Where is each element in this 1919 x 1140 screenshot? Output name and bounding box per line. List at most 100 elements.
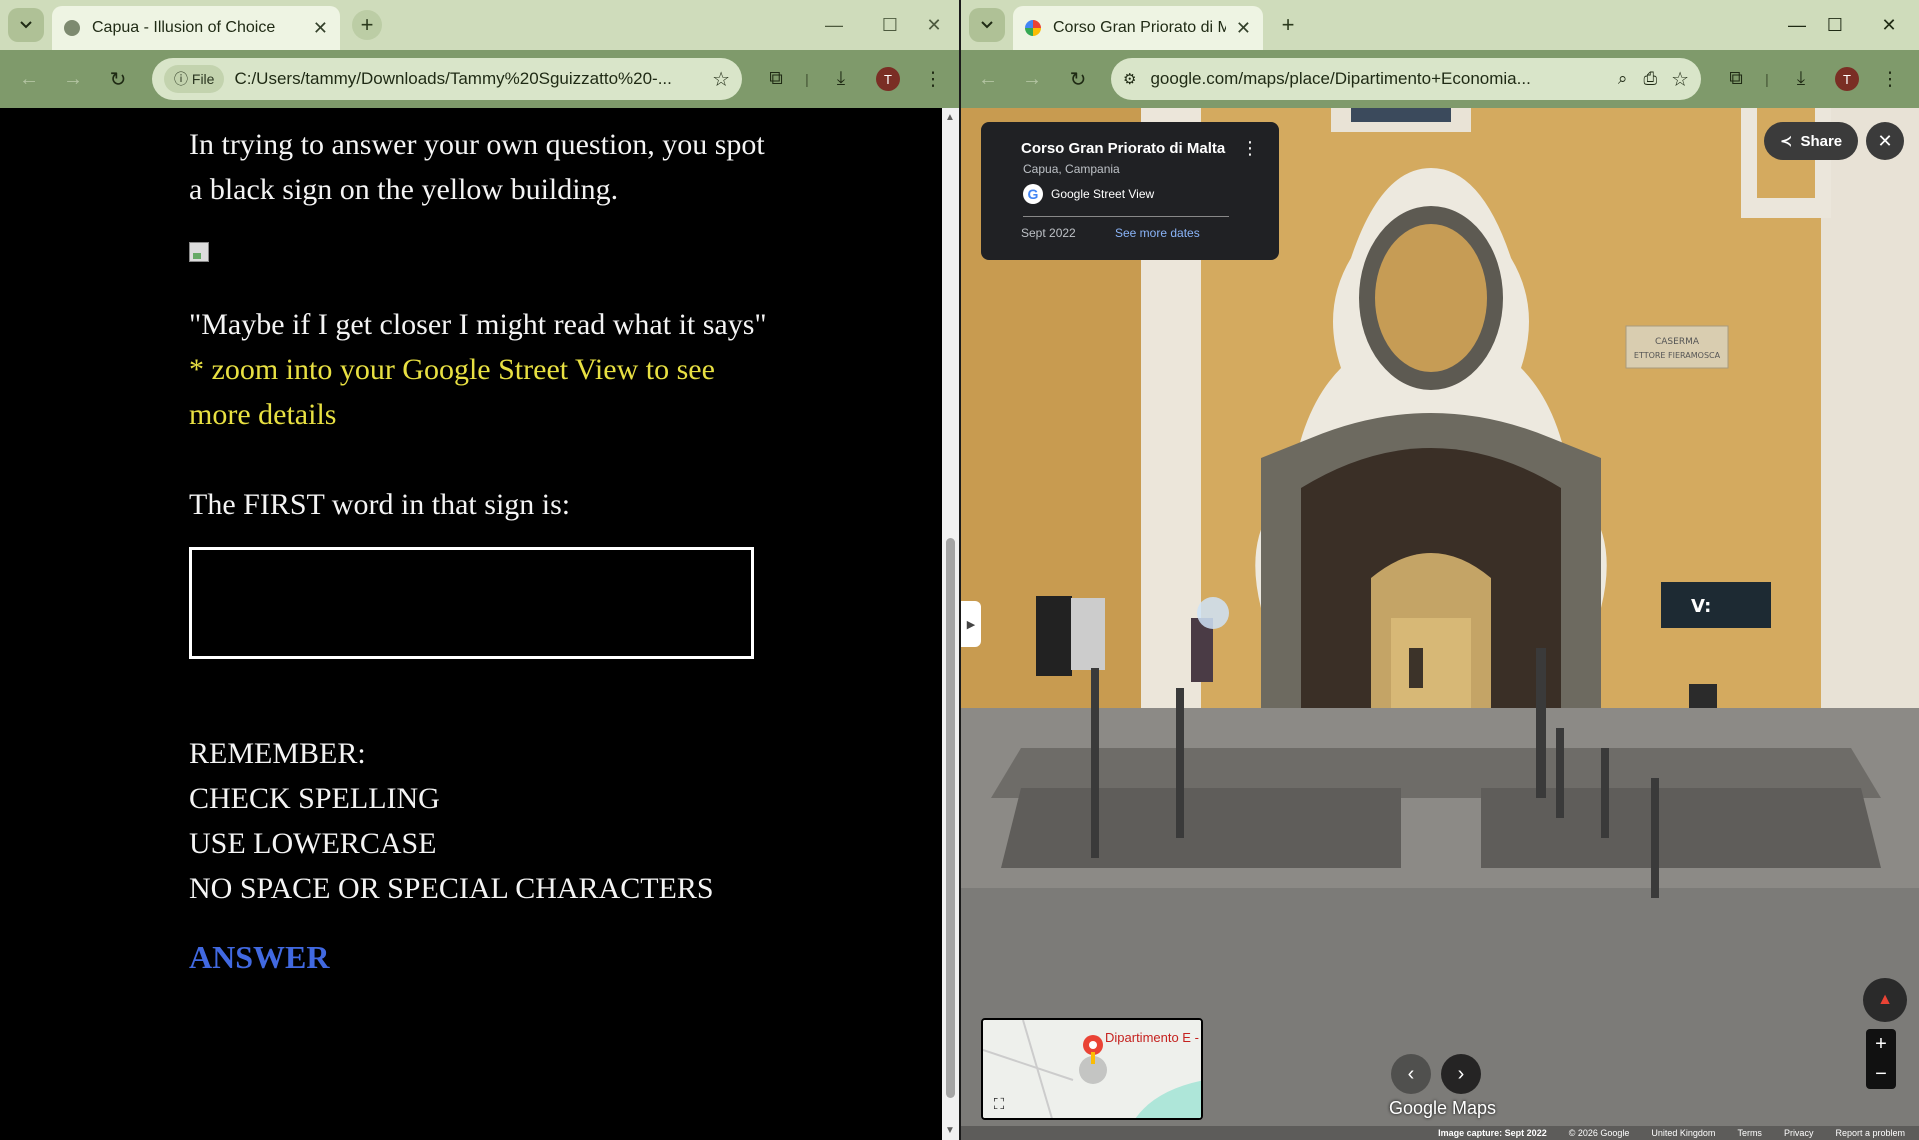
- close-street-view-button[interactable]: ✕: [1866, 122, 1904, 160]
- download-icon[interactable]: ⤓: [1786, 64, 1816, 94]
- address-bar[interactable]: ⓘ File C:/Users/tammy/Downloads/Tammy%20…: [152, 58, 742, 100]
- right-browser-window: Corso Gran Priorato di Malta - G ✕ + — ☐…: [961, 0, 1919, 1140]
- minimap[interactable]: Dipartimento E - Università deg ⛶: [981, 1018, 1203, 1120]
- minimize-button[interactable]: —: [812, 8, 856, 42]
- new-tab-button[interactable]: +: [1273, 10, 1303, 40]
- place-info-card: Corso Gran Priorato di Malta Capua, Camp…: [981, 122, 1279, 260]
- hint-text: * zoom into your Google Street View to s…: [189, 353, 715, 431]
- chevron-down-icon: [20, 21, 32, 29]
- bookmark-star-icon[interactable]: ☆: [712, 67, 730, 92]
- tab-title: Corso Gran Priorato di Malta - G: [1053, 19, 1226, 36]
- black-sign-logo: V:: [1691, 596, 1711, 617]
- plaque-line2: ETTORE FIERAMOSCA: [1634, 351, 1721, 360]
- tab-maps[interactable]: Corso Gran Priorato di Malta - G ✕: [1013, 6, 1263, 50]
- tab-strip: Capua - Illusion of Choice ✕ + — ☐ ✕: [0, 0, 959, 50]
- scroll-down-arrow-icon[interactable]: ▼: [945, 1125, 955, 1136]
- rule-check-spelling: CHECK SPELLING: [189, 782, 440, 815]
- maximize-button[interactable]: ☐: [868, 8, 912, 42]
- see-more-dates-link[interactable]: See more dates: [1115, 226, 1200, 240]
- google-logo-icon: G: [1023, 184, 1043, 204]
- url-text: google.com/maps/place/Dipartimento+Econo…: [1150, 69, 1531, 88]
- site-info-chip[interactable]: ⓘ File: [164, 65, 225, 93]
- zoom-out-button[interactable]: −: [1866, 1059, 1896, 1089]
- back-button[interactable]: ←: [14, 64, 44, 94]
- bookmark-star-icon[interactable]: ☆: [1671, 67, 1689, 92]
- footer-copyright: © 2026 Google: [1568, 1128, 1630, 1138]
- footer-capture: Image capture: Sept 2022: [1438, 1128, 1547, 1138]
- plaque-line1: CASERMA: [1655, 337, 1700, 347]
- avatar[interactable]: T: [1835, 67, 1859, 91]
- collapse-side-panel-button[interactable]: ▶: [961, 601, 981, 647]
- question-text: The FIRST word in that sign is:: [189, 488, 571, 521]
- install-app-icon[interactable]: ⎙: [1643, 69, 1657, 89]
- tab-close-icon[interactable]: ✕: [1236, 18, 1251, 39]
- url-text: C:/Users/tammy/Downloads/Tammy%20Sguizza…: [234, 69, 672, 88]
- tab-title: Capua - Illusion of Choice: [92, 19, 276, 36]
- toolbar: ← → ↻ ⚙ google.com/maps/place/Dipartimen…: [961, 50, 1919, 108]
- menu-icon[interactable]: ⋮: [1875, 64, 1905, 94]
- answer-link[interactable]: ANSWER: [189, 935, 329, 980]
- maximize-button[interactable]: ☐: [1813, 8, 1857, 42]
- rule-no-space: NO SPACE OR SPECIAL CHARACTERS: [189, 872, 714, 905]
- zoom-icon[interactable]: ⌕: [1618, 69, 1628, 89]
- menu-icon[interactable]: ⋮: [918, 64, 948, 94]
- scrollbar[interactable]: ▲ ▼: [942, 108, 959, 1140]
- divider: [1023, 216, 1229, 217]
- page-content: In trying to answer your own question, y…: [0, 108, 942, 1140]
- reload-button[interactable]: ↻: [103, 64, 133, 94]
- extensions-icon[interactable]: ⧉: [761, 64, 791, 94]
- share-icon: ≺: [1779, 133, 1793, 150]
- minimap-place-label: Dipartimento E - Università deg: [1105, 1030, 1201, 1045]
- scroll-up-arrow-icon[interactable]: ▲: [945, 112, 955, 123]
- previous-arrow-button[interactable]: ‹: [1391, 1054, 1431, 1094]
- window-close-button[interactable]: ✕: [912, 8, 956, 42]
- toolbar: ← → ↻ ⓘ File C:/Users/tammy/Downloads/Ta…: [0, 50, 959, 108]
- tab-capua[interactable]: Capua - Illusion of Choice ✕: [52, 6, 340, 50]
- tab-search-button[interactable]: [8, 8, 44, 42]
- tab-strip: Corso Gran Priorato di Malta - G ✕ + — ☐…: [961, 0, 1919, 50]
- toolbar-divider: |: [805, 71, 809, 87]
- new-tab-button[interactable]: +: [352, 10, 382, 40]
- download-icon[interactable]: ⤓: [826, 64, 856, 94]
- zoom-control: + −: [1866, 1029, 1896, 1089]
- tab-close-icon[interactable]: ✕: [313, 18, 328, 39]
- avatar[interactable]: T: [876, 67, 900, 91]
- maps-favicon-icon: [1025, 20, 1041, 36]
- site-settings-icon[interactable]: ⚙: [1123, 70, 1136, 88]
- footer-terms[interactable]: Terms: [1737, 1128, 1762, 1138]
- answer-input[interactable]: [189, 547, 754, 659]
- street-view-panel[interactable]: CASERMA ETTORE FIERAMOSCA V: Corso Gran …: [961, 108, 1919, 1140]
- scroll-thumb[interactable]: [946, 538, 955, 1098]
- place-name: Corso Gran Priorato di Malta: [1021, 140, 1226, 157]
- footer-report[interactable]: Report a problem: [1835, 1128, 1905, 1138]
- reload-button[interactable]: ↻: [1063, 64, 1093, 94]
- expand-icon[interactable]: ⛶: [987, 1092, 1011, 1116]
- share-button[interactable]: ≺ Share: [1764, 122, 1858, 160]
- story-text: In trying to answer your own question, y…: [189, 122, 769, 981]
- next-arrow-button[interactable]: ›: [1441, 1054, 1481, 1094]
- forward-button[interactable]: →: [58, 64, 88, 94]
- extensions-icon[interactable]: ⧉: [1721, 64, 1751, 94]
- back-button[interactable]: ←: [973, 64, 1003, 94]
- tab-search-button[interactable]: [969, 8, 1005, 42]
- map-footer: Image capture: Sept 2022 © 2026 Google U…: [961, 1126, 1919, 1140]
- source-label: G Google Street View: [1023, 184, 1154, 204]
- address-bar[interactable]: ⚙ google.com/maps/place/Dipartimento+Eco…: [1111, 58, 1701, 100]
- window-close-button[interactable]: ✕: [1867, 8, 1911, 42]
- forward-button[interactable]: →: [1017, 64, 1047, 94]
- info-icon: ⓘ: [174, 71, 192, 87]
- capture-date: Sept 2022: [1021, 226, 1076, 240]
- quote-paragraph: "Maybe if I get closer I might read what…: [189, 308, 767, 341]
- footer-region[interactable]: United Kingdom: [1651, 1128, 1715, 1138]
- footer-privacy[interactable]: Privacy: [1784, 1128, 1814, 1138]
- google-maps-logo: Google Maps: [1389, 1098, 1497, 1118]
- compass-icon[interactable]: ▲: [1863, 978, 1907, 1022]
- rule-lowercase: USE LOWERCASE: [189, 827, 437, 860]
- chevron-right-icon: ›: [1457, 1062, 1465, 1085]
- street-view-image[interactable]: CASERMA ETTORE FIERAMOSCA V:: [961, 108, 1919, 1140]
- zoom-in-button[interactable]: +: [1866, 1029, 1896, 1059]
- chevron-left-icon: ‹: [1407, 1062, 1415, 1085]
- left-browser-window: Capua - Illusion of Choice ✕ + — ☐ ✕ ← →…: [0, 0, 959, 1140]
- intro-paragraph: In trying to answer your own question, y…: [189, 128, 765, 206]
- more-options-icon[interactable]: ⋮: [1241, 138, 1259, 159]
